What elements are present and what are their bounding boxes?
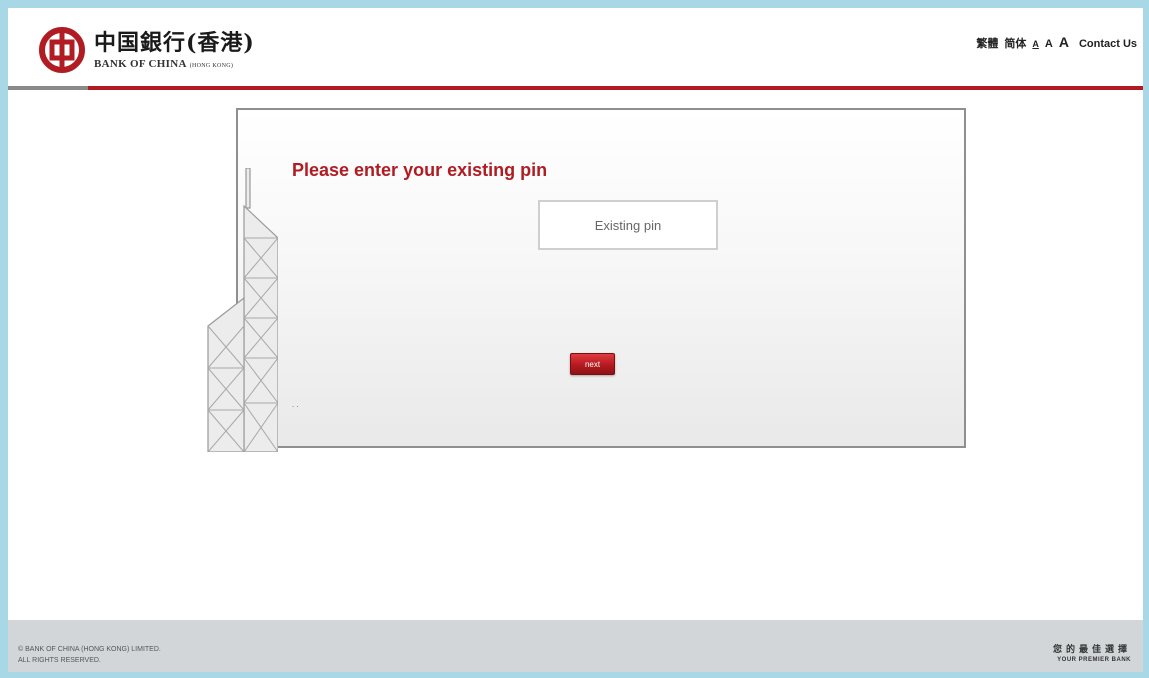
next-button[interactable]: next: [570, 353, 615, 375]
font-size-medium-button[interactable]: A: [1045, 38, 1053, 50]
pin-form-card: [236, 108, 966, 448]
header-divider: [8, 86, 1143, 90]
copyright-text: © BANK OF CHINA (HONG KONG) LIMITED. ALL…: [18, 646, 161, 664]
contact-us-link[interactable]: Contact Us: [1079, 38, 1137, 50]
font-size-large-button[interactable]: A: [1059, 34, 1069, 50]
logo-chinese-name: 中国銀行(香港): [94, 30, 255, 56]
status-dots: . .: [292, 400, 299, 409]
page-footer: © BANK OF CHINA (HONG KONG) LIMITED. ALL…: [8, 620, 1143, 672]
font-size-small-button[interactable]: A: [1032, 39, 1039, 49]
page-title: Please enter your existing pin: [292, 160, 548, 180]
slogan-chinese: 您的最佳選擇: [1052, 644, 1131, 654]
pin-field-container: [538, 200, 718, 250]
slogan-english: YOUR PREMIER BANK: [1057, 657, 1131, 663]
boc-tower-illustration: [207, 168, 278, 452]
lang-simplified-link[interactable]: 简体: [1004, 35, 1026, 51]
logo-english-name: BANK OF CHINA (HONG KONG): [94, 58, 234, 70]
top-links: 繁體 简体 A A A Contact Us: [976, 34, 1137, 51]
page-header: 中国銀行(香港) BANK OF CHINA (HONG KONG) 繁體 简体 …: [8, 8, 1143, 90]
boc-logo-icon: [39, 27, 85, 73]
browser-page: 中国銀行(香港) BANK OF CHINA (HONG KONG) 繁體 简体 …: [8, 8, 1143, 672]
lang-traditional-link[interactable]: 繁體: [976, 35, 998, 51]
existing-pin-input[interactable]: [543, 205, 713, 245]
bank-logo[interactable]: 中国銀行(香港) BANK OF CHINA (HONG KONG): [38, 26, 255, 74]
bank-slogan: 您的最佳選擇 YOUR PREMIER BANK: [1053, 642, 1131, 663]
